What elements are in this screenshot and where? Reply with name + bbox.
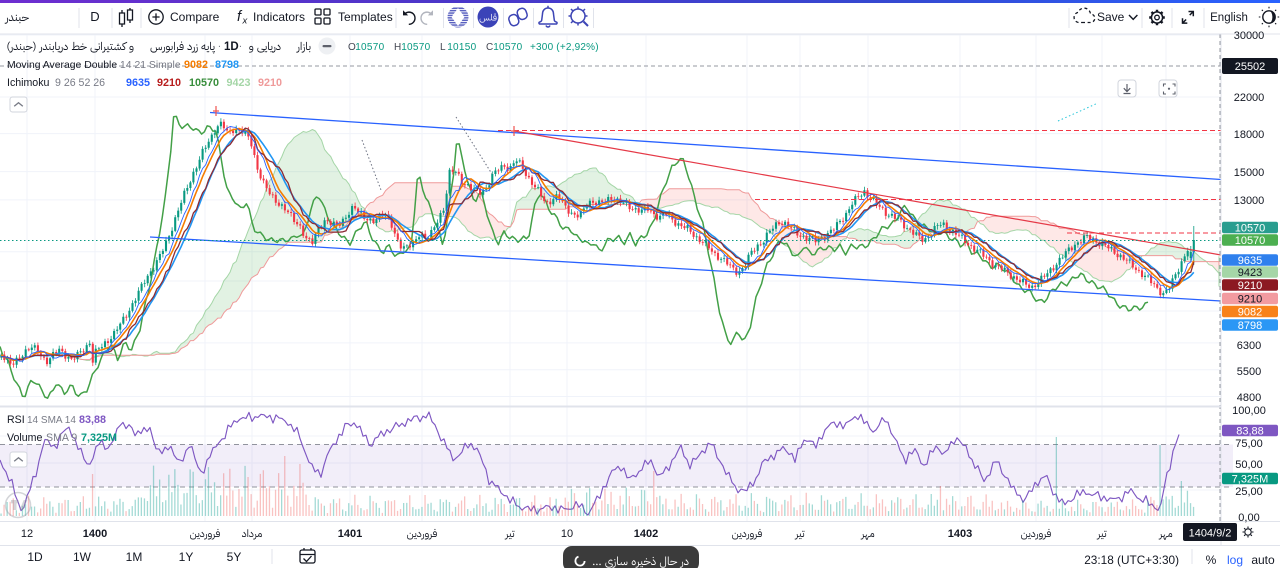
svg-text:Ichimoku: Ichimoku xyxy=(7,77,49,89)
svg-text:1402: 1402 xyxy=(634,528,658,540)
svg-text:9635: 9635 xyxy=(126,77,150,89)
svg-text:Compare: Compare xyxy=(170,10,220,24)
svg-text:9635: 9635 xyxy=(1238,255,1262,267)
svg-text:Moving Average Double: Moving Average Double xyxy=(7,60,117,71)
svg-text:9082: 9082 xyxy=(1238,306,1262,318)
svg-text:Save: Save xyxy=(1097,10,1125,24)
svg-text:Indicators: Indicators xyxy=(253,10,305,24)
svg-text:100,00: 100,00 xyxy=(1232,405,1266,417)
svg-text:10570: 10570 xyxy=(493,42,522,53)
svg-text:9210: 9210 xyxy=(1238,293,1262,305)
svg-text:9 26 52 26: 9 26 52 26 xyxy=(55,77,105,89)
svg-text:9210: 9210 xyxy=(258,77,282,89)
svg-text:12: 12 xyxy=(21,528,33,540)
svg-text:H: H xyxy=(394,42,401,53)
svg-text:auto: auto xyxy=(1251,553,1275,567)
svg-text:1D: 1D xyxy=(27,550,43,564)
svg-text:5Y: 5Y xyxy=(227,550,242,564)
svg-text:9210: 9210 xyxy=(157,77,181,89)
svg-text:13000: 13000 xyxy=(1234,195,1265,207)
svg-text:10570: 10570 xyxy=(1235,235,1266,247)
svg-text:D: D xyxy=(90,9,99,24)
svg-text:7,325M: 7,325M xyxy=(81,432,117,444)
svg-text:9210: 9210 xyxy=(1238,280,1262,292)
svg-text:25,00: 25,00 xyxy=(1235,486,1263,498)
svg-text:C: C xyxy=(486,42,493,53)
svg-text:15000: 15000 xyxy=(1234,167,1265,179)
svg-text:14 SMA 14: 14 SMA 14 xyxy=(27,415,76,426)
svg-text:1M: 1M xyxy=(126,550,143,564)
svg-text:30000: 30000 xyxy=(1234,30,1265,42)
svg-text:Volume: Volume xyxy=(7,432,42,444)
svg-text:83,88: 83,88 xyxy=(1236,425,1264,437)
svg-text:8798: 8798 xyxy=(1238,320,1262,332)
svg-text:0,00: 0,00 xyxy=(1238,512,1259,524)
svg-text:23:18 (UTC+3:30): 23:18 (UTC+3:30) xyxy=(1084,553,1179,567)
svg-text:1401: 1401 xyxy=(338,528,362,540)
svg-text:10150: 10150 xyxy=(447,42,476,53)
svg-text:10570: 10570 xyxy=(401,42,430,53)
svg-text:%: % xyxy=(1206,553,1217,567)
svg-text:9423: 9423 xyxy=(227,77,251,89)
svg-text:·: · xyxy=(239,41,243,53)
svg-text:RSI: RSI xyxy=(7,414,25,426)
svg-text:1403: 1403 xyxy=(948,528,972,540)
svg-text:1400: 1400 xyxy=(83,528,107,540)
svg-text:9423: 9423 xyxy=(1238,267,1262,279)
svg-text:9082: 9082 xyxy=(184,59,208,71)
svg-text:22000: 22000 xyxy=(1234,92,1265,104)
svg-text:50,00: 50,00 xyxy=(1235,459,1263,471)
svg-text:10570: 10570 xyxy=(355,42,384,53)
svg-text:18000: 18000 xyxy=(1234,129,1265,141)
svg-text:83,88: 83,88 xyxy=(79,414,106,426)
svg-text:10: 10 xyxy=(561,528,573,540)
svg-text:6300: 6300 xyxy=(1237,340,1261,352)
svg-text:4800: 4800 xyxy=(1237,392,1261,404)
svg-text:log: log xyxy=(1227,553,1243,567)
svg-text:1Y: 1Y xyxy=(179,550,194,564)
svg-text:SMA 9: SMA 9 xyxy=(46,432,77,444)
svg-text:1W: 1W xyxy=(73,550,92,564)
svg-text:5500: 5500 xyxy=(1237,366,1261,378)
svg-text:10570: 10570 xyxy=(1235,222,1266,234)
svg-text:1D: 1D xyxy=(224,41,239,53)
svg-text:1404/9/2: 1404/9/2 xyxy=(1189,528,1232,540)
svg-text:·: · xyxy=(218,41,222,53)
svg-text:8798: 8798 xyxy=(215,59,239,71)
svg-text:25502: 25502 xyxy=(1235,61,1266,73)
svg-text:English: English xyxy=(1210,12,1248,24)
svg-text:75,00: 75,00 xyxy=(1235,438,1263,450)
svg-text:L: L xyxy=(440,42,446,53)
svg-text:Templates: Templates xyxy=(338,10,393,24)
svg-text:14 21 Simple: 14 21 Simple xyxy=(120,60,181,71)
svg-text:7,325M: 7,325M xyxy=(1232,473,1269,485)
svg-text:+300 (+2,92%): +300 (+2,92%) xyxy=(530,42,599,53)
svg-text:10570: 10570 xyxy=(189,77,219,89)
